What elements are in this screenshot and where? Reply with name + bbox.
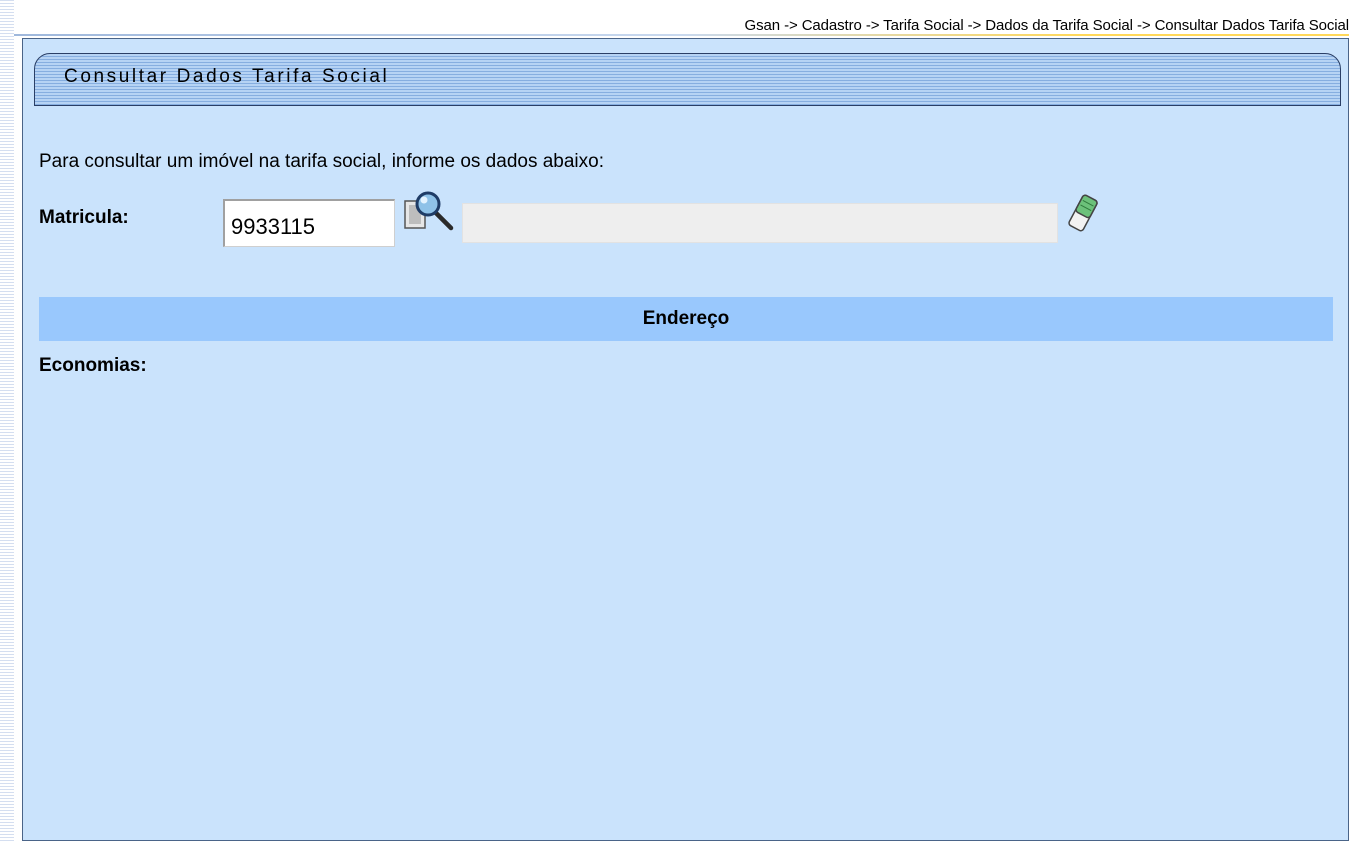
economias-label: Economias:	[39, 355, 147, 376]
page: Gsan -> Cadastro -> Tarifa Social -> Dad…	[0, 0, 1359, 843]
search-icon[interactable]	[401, 191, 457, 233]
imovel-description-field	[462, 203, 1058, 243]
main-panel: Consultar Dados Tarifa Social Para consu…	[22, 38, 1349, 841]
matricula-input[interactable]	[223, 199, 395, 247]
matricula-label: Matricula:	[39, 207, 129, 228]
endereco-section-header: Endereço	[39, 297, 1333, 341]
page-title: Consultar Dados Tarifa Social	[64, 66, 390, 87]
breadcrumb: Gsan -> Cadastro -> Tarifa Social -> Dad…	[744, 17, 1350, 34]
instructions-text: Para consultar um imóvel na tarifa socia…	[39, 151, 604, 172]
eraser-icon[interactable]	[1067, 192, 1099, 234]
breadcrumb-divider	[14, 34, 1349, 36]
panel-title-bar: Consultar Dados Tarifa Social	[34, 53, 1341, 106]
